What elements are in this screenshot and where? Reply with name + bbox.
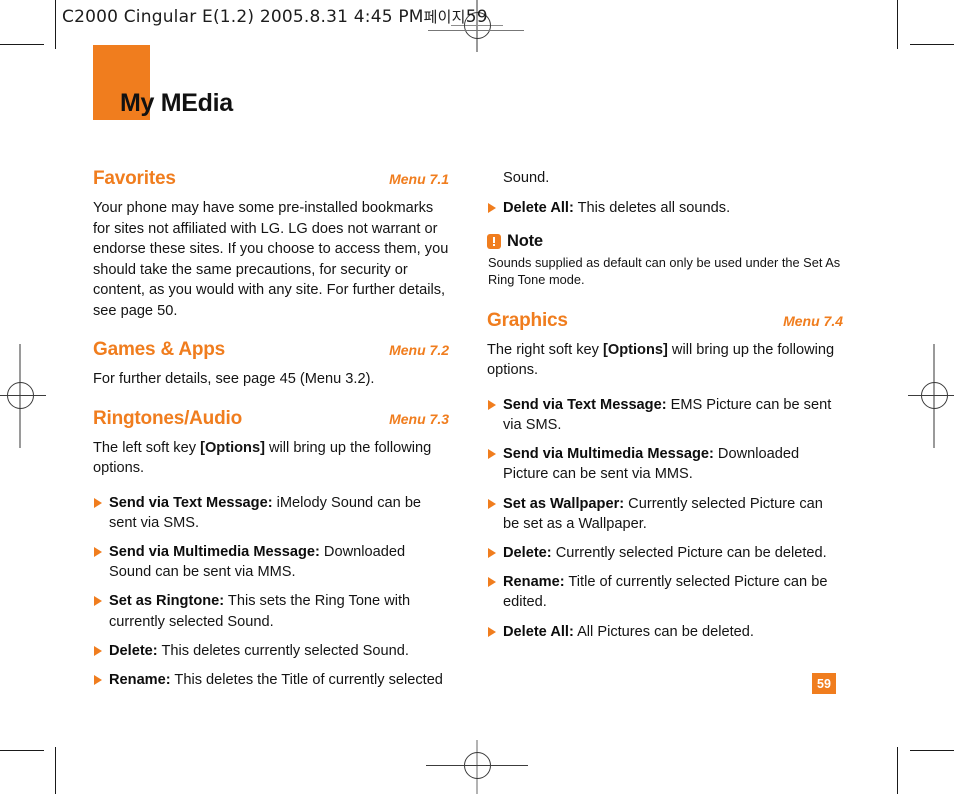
right-column: Sound. Delete All: This deletes all soun… xyxy=(487,168,843,658)
print-header-korean-page-label: 페이지 xyxy=(423,8,466,26)
triangle-bullet-icon xyxy=(488,399,496,410)
triangle-bullet-icon xyxy=(488,626,496,637)
section-games-apps-header: Games & Apps Menu 7.2 xyxy=(93,339,449,363)
list-item: Send via Multimedia Message: Downloaded … xyxy=(487,444,843,484)
section-ringtones-audio-menu-ref: Menu 7.3 xyxy=(389,410,449,427)
triangle-bullet-icon xyxy=(488,202,496,213)
left-column: Favorites Menu 7.1 Your phone may have s… xyxy=(93,168,449,706)
list-item: Rename: Title of currently selected Pict… xyxy=(487,572,843,612)
list-item-label: Set as Ringtone: xyxy=(109,593,225,610)
section-games-apps-menu-ref: Menu 7.2 xyxy=(389,342,449,358)
section-ringtones-audio-title: Ringtones/Audio xyxy=(93,407,242,429)
section-graphics-header: Graphics Menu 7.4 xyxy=(487,310,843,334)
print-header-page-value: 59 xyxy=(465,7,488,27)
section-favorites-menu-ref: Menu 7.1 xyxy=(389,171,449,187)
list-item-label: Delete All: xyxy=(503,199,574,216)
triangle-bullet-icon xyxy=(94,596,102,607)
section-ringtones-audio-intro: The left soft key [Options] will bring u… xyxy=(93,438,449,479)
list-item-label: Delete All: xyxy=(503,623,574,640)
section-graphics-title: Graphics xyxy=(487,309,568,331)
page-number-badge: 59 xyxy=(812,673,836,694)
continuation-text: Sound. xyxy=(503,170,550,186)
list-item-text: This deletes all sounds. xyxy=(573,199,731,216)
list-item-label: Send via Multimedia Message: xyxy=(503,446,714,463)
list-item-text: Currently selected Picture can be delete… xyxy=(551,544,827,561)
list-item: Delete: This deletes currently selected … xyxy=(93,641,449,661)
registration-mark-right xyxy=(906,344,954,448)
registration-mark-bottom xyxy=(426,740,528,794)
document-page: C2000 Cingular E(1.2) 2005.8.31 4:45 PM페… xyxy=(0,0,954,794)
exclamation-icon xyxy=(487,233,501,249)
crop-mark-bottom-left-horizontal xyxy=(0,750,44,751)
list-item-label: Set as Wallpaper: xyxy=(503,495,625,512)
chapter-title: My MEdia xyxy=(120,89,233,117)
triangle-bullet-icon xyxy=(488,547,496,558)
ringtones-audio-option-list-continued: Delete All: This deletes all sounds. xyxy=(487,198,843,218)
triangle-bullet-icon xyxy=(94,674,102,685)
list-item: Set as Ringtone: This sets the Ring Tone… xyxy=(93,591,449,631)
graphics-intro-pre: The right soft key xyxy=(487,341,603,358)
list-item: Rename: This deletes the Title of curren… xyxy=(93,670,449,690)
section-favorites-title: Favorites xyxy=(93,168,176,189)
triangle-bullet-icon xyxy=(488,449,496,460)
list-item-text: This deletes the Title of currently sele… xyxy=(170,671,443,688)
registration-mark-left xyxy=(0,344,52,448)
list-item-label: Delete: xyxy=(109,642,158,659)
crop-mark-bottom-right-horizontal xyxy=(910,750,954,751)
graphics-option-list: Send via Text Message: EMS Picture can b… xyxy=(487,395,843,642)
section-ringtones-audio-header: Ringtones/Audio Menu 7.3 xyxy=(93,408,449,432)
list-item: Set as Wallpaper: Currently selected Pic… xyxy=(487,494,843,534)
graphics-intro-options-key: [Options] xyxy=(603,341,668,358)
crop-mark-bottom-left-vertical xyxy=(55,747,56,794)
section-games-apps-title: Games & Apps xyxy=(93,339,226,360)
triangle-bullet-icon xyxy=(488,498,496,509)
ringtones-intro-options-key: [Options] xyxy=(200,439,265,456)
list-item-label: Send via Multimedia Message: xyxy=(109,543,320,560)
print-header-strip: C2000 Cingular E(1.2) 2005.8.31 4:45 PM페… xyxy=(62,6,488,27)
section-favorites-body: Your phone may have some pre-installed b… xyxy=(93,200,449,319)
note-title: Note xyxy=(507,231,543,250)
list-item-label: Rename: xyxy=(109,671,171,688)
list-item-label: Send via Text Message: xyxy=(503,396,667,413)
triangle-bullet-icon xyxy=(488,577,496,588)
ringtones-audio-option-list: Send via Text Message: iMelody Sound can… xyxy=(93,493,449,691)
list-item: Delete All: This deletes all sounds. xyxy=(487,198,843,218)
crop-mark-top-right-horizontal xyxy=(910,44,954,45)
note-box: Note Sounds supplied as default can only… xyxy=(487,232,843,288)
list-item-label: Delete: xyxy=(503,544,552,561)
list-item: Send via Multimedia Message: Downloaded … xyxy=(93,542,449,582)
list-item-label: Rename: xyxy=(503,574,565,591)
list-item-text: This deletes currently selected Sound. xyxy=(157,642,409,659)
print-header-text: C2000 Cingular E(1.2) 2005.8.31 4:45 PM xyxy=(62,7,424,27)
list-item: Send via Text Message: iMelody Sound can… xyxy=(93,493,449,533)
crop-mark-top-right-vertical xyxy=(897,0,898,49)
list-item-label: Send via Text Message: xyxy=(109,494,273,511)
triangle-bullet-icon xyxy=(94,645,102,656)
list-item: Send via Text Message: EMS Picture can b… xyxy=(487,395,843,435)
list-item-text: All Pictures can be deleted. xyxy=(573,623,754,640)
section-favorites-header: Favorites Menu 7.1 xyxy=(93,168,449,192)
crop-mark-top-left-vertical xyxy=(55,0,56,49)
crop-mark-bottom-right-vertical xyxy=(897,747,898,794)
section-graphics-intro: The right soft key [Options] will bring … xyxy=(487,340,843,381)
crop-mark-top-left-horizontal xyxy=(0,44,44,45)
note-header: Note xyxy=(487,232,843,251)
ringtones-intro-pre: The left soft key xyxy=(93,439,201,456)
list-item: Delete: Currently selected Picture can b… xyxy=(487,543,843,563)
print-header-rule xyxy=(428,30,524,31)
triangle-bullet-icon xyxy=(94,497,102,508)
section-games-apps-body: For further details, see page 45 (Menu 3… xyxy=(93,371,375,387)
list-item: Delete All: All Pictures can be deleted. xyxy=(487,622,843,642)
note-body: Sounds supplied as default can only be u… xyxy=(488,254,841,287)
triangle-bullet-icon xyxy=(94,546,102,557)
section-graphics-menu-ref: Menu 7.4 xyxy=(783,312,843,329)
